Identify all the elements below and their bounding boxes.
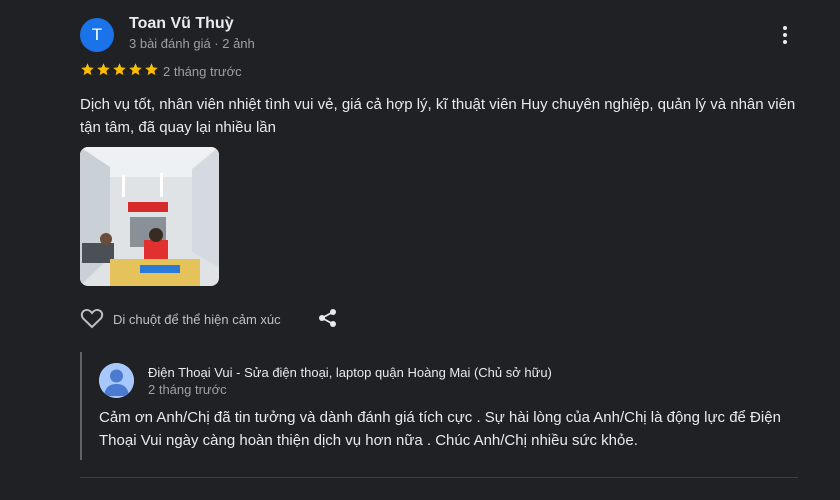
more-options-icon[interactable]	[774, 24, 796, 46]
star-icon	[129, 63, 142, 76]
review-photo[interactable]	[80, 147, 219, 286]
reviewer-meta: 3 bài đánh giá · 2 ảnh	[129, 36, 255, 51]
review-time: 2 tháng trước	[163, 64, 242, 79]
star-icon	[81, 63, 94, 76]
share-icon	[319, 309, 336, 327]
reaction-hint: Di chuột để thể hiện cảm xúc	[113, 312, 281, 327]
reviewer-avatar[interactable]: T	[80, 18, 114, 52]
reviewer-name[interactable]: Toan Vũ Thuỳ	[129, 15, 234, 33]
owner-reply-text: Cảm ơn Anh/Chị đã tin tưởng và dành đánh…	[99, 409, 781, 449]
owner-reply-time: 2 tháng trước	[148, 382, 227, 397]
heart-icon	[80, 308, 104, 329]
star-icon	[113, 63, 126, 76]
review-text: Dịch vụ tốt, nhân viên nhiệt tình vui vẻ…	[80, 96, 796, 136]
reply-indent-bar	[80, 352, 82, 460]
star-icon	[145, 63, 158, 76]
owner-avatar	[99, 363, 134, 398]
share-button[interactable]	[318, 308, 338, 333]
person-icon	[99, 363, 134, 398]
like-button[interactable]	[80, 307, 104, 329]
owner-name: Điện Thoại Vui - Sửa điện thoại, laptop …	[148, 365, 552, 380]
rating-stars	[80, 62, 159, 77]
star-icon	[97, 63, 110, 76]
divider	[80, 477, 798, 478]
